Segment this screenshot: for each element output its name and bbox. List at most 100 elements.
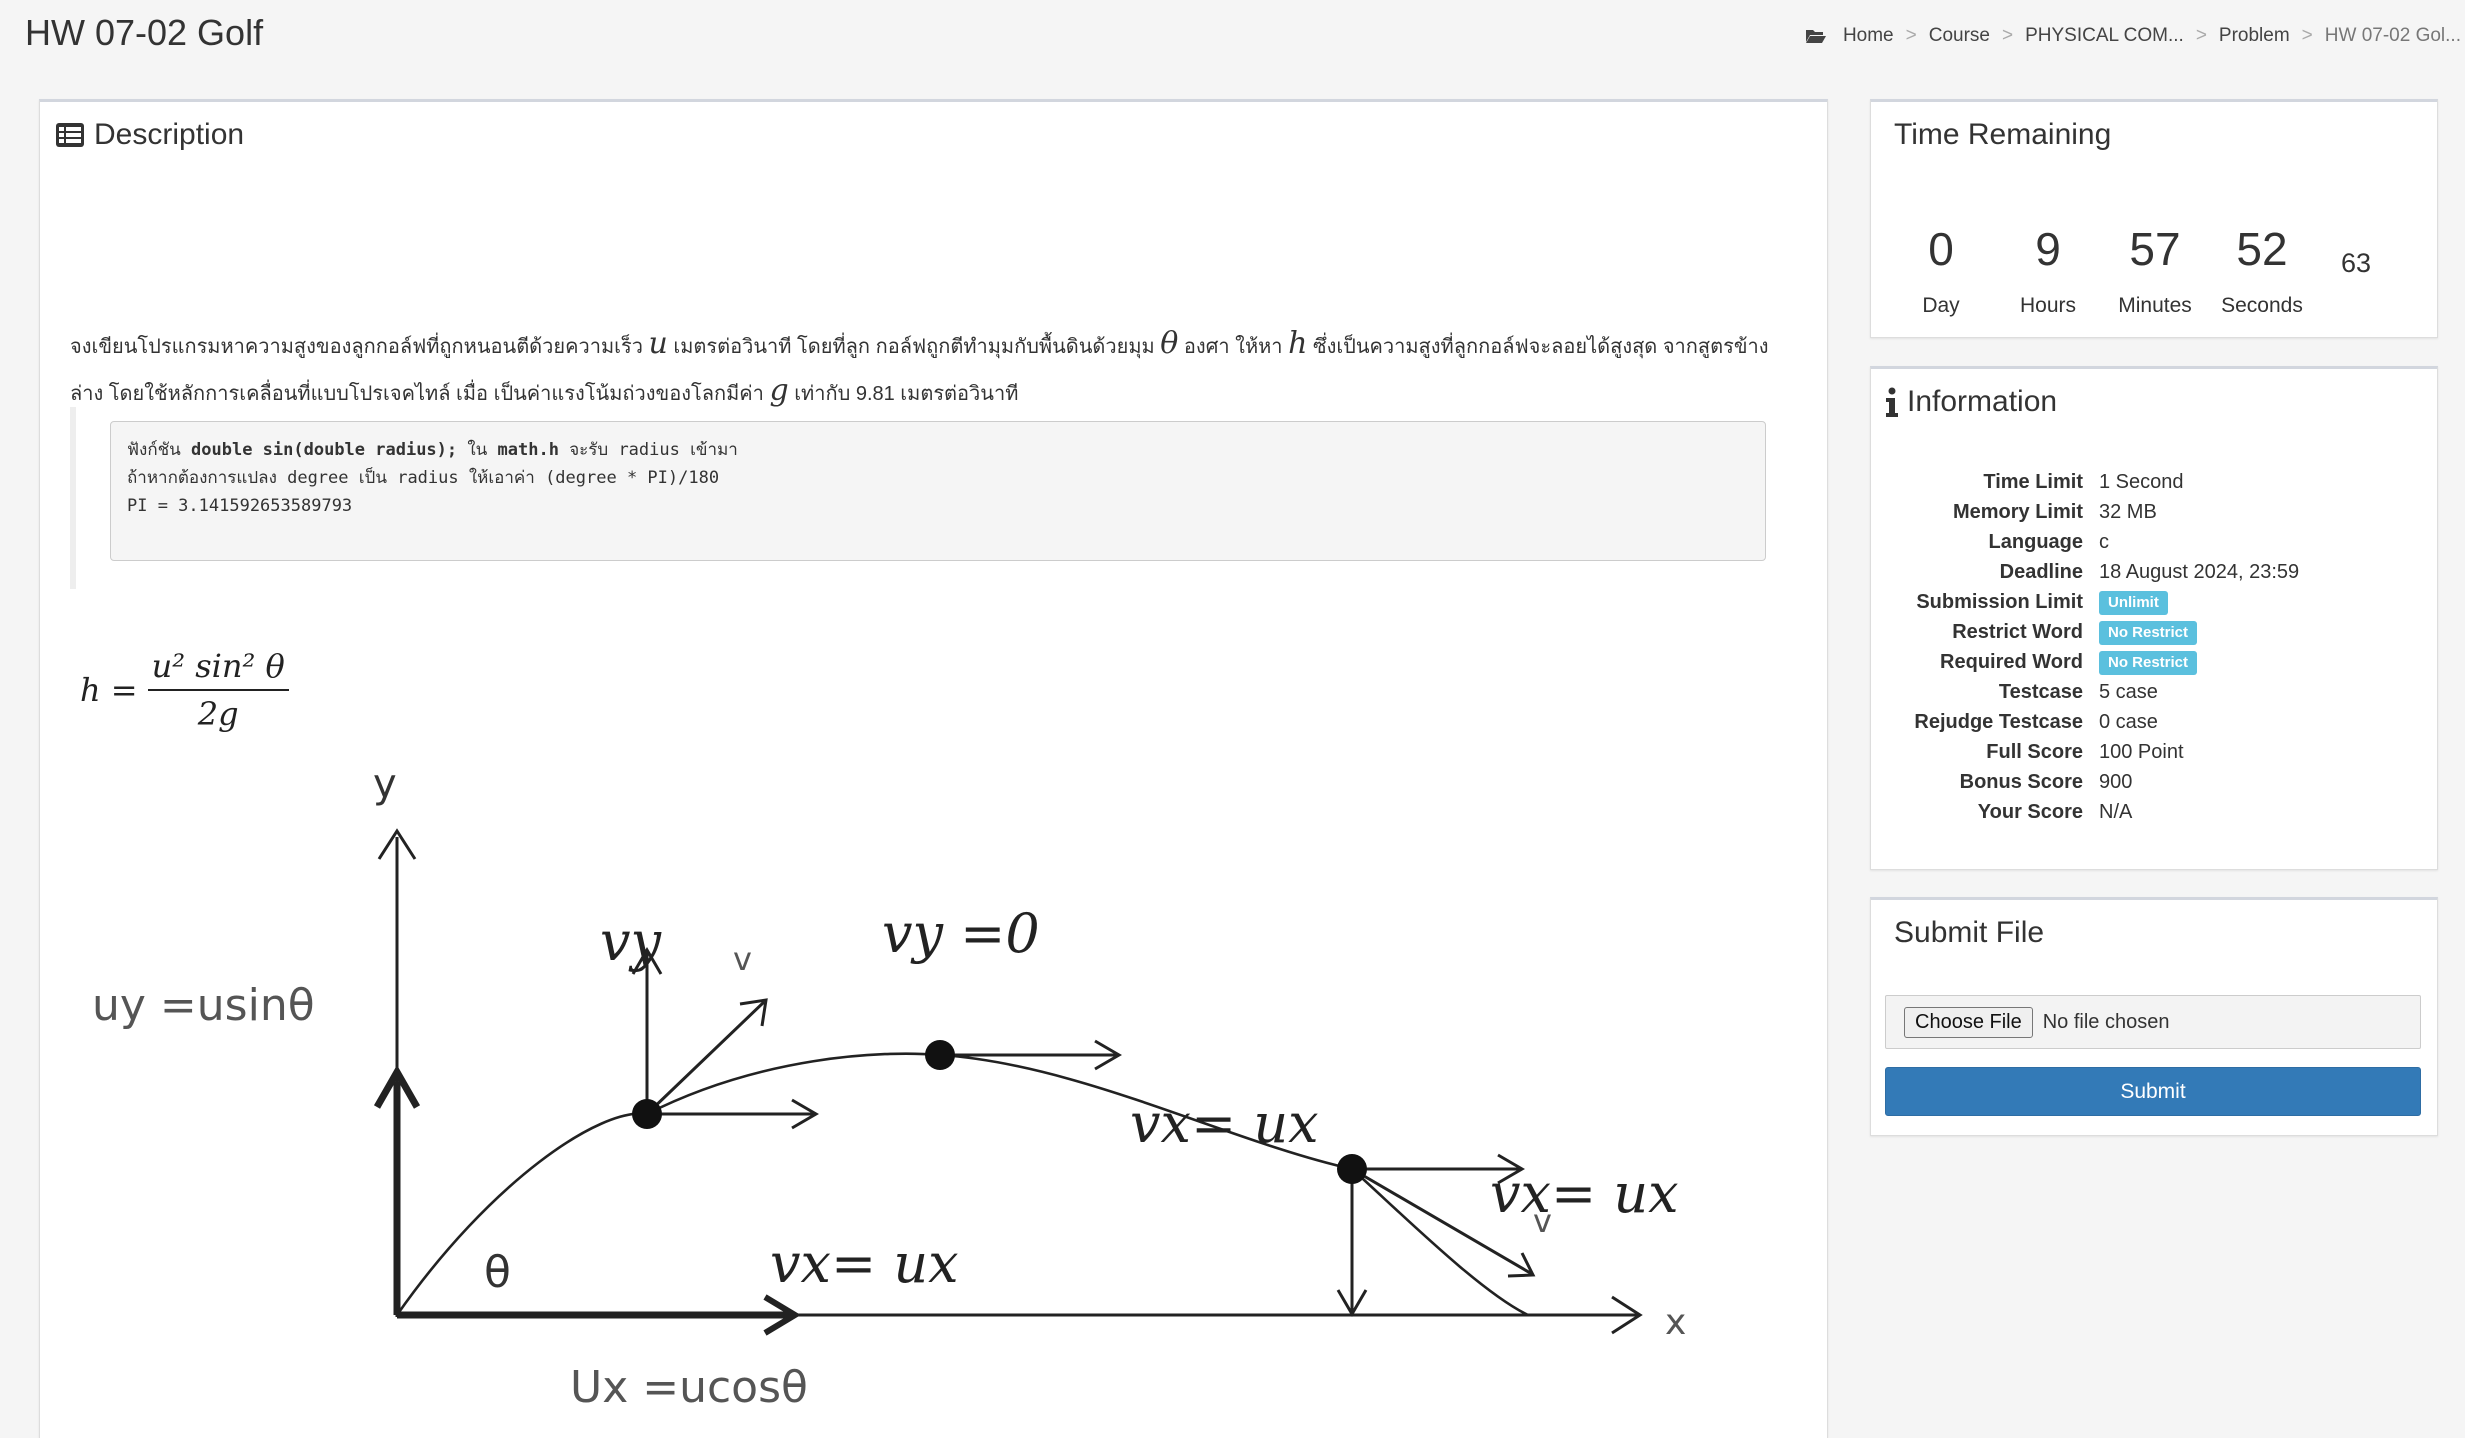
info-value: Unlimit [2099, 590, 2168, 615]
folder-open-icon [1805, 30, 1826, 43]
info-value-text: 5 case [2099, 680, 2158, 703]
breadcrumb-separator: > [2195, 25, 2207, 46]
breadcrumb-separator: > [1905, 25, 1917, 46]
trajectory-point [1337, 1154, 1367, 1184]
info-row: Submission Limit Unlimit [1871, 587, 2437, 617]
info-key: Language [1988, 530, 2083, 553]
info-key: Time Limit [1983, 470, 2083, 493]
information-list: Time Limit 1 Second Memory Limit 32 MB Langu… [1871, 467, 2437, 827]
info-key: Restrict Word [1952, 620, 2083, 643]
info-value: 32 MB [2099, 501, 2157, 524]
submit-button[interactable]: Submit [1885, 1067, 2421, 1116]
vx-label: vx= ux [1490, 1162, 1679, 1225]
info-value: c [2099, 531, 2109, 554]
info-key: Testcase [1998, 680, 2083, 703]
info-badge: No Restrict [2099, 620, 2198, 645]
info-key: Rejudge Testcase [1914, 710, 2083, 733]
minutes-value: 57 [2129, 223, 2181, 275]
file-status: No file chosen [2042, 1010, 2170, 1033]
info-row: Deadline 18 August 2024, 23:59 [1871, 557, 2437, 587]
info-badge: Unlimit [2099, 590, 2168, 615]
info-key: Submission Limit [1916, 590, 2083, 613]
file-input[interactable]: Choose File No file chosen [1885, 995, 2421, 1049]
theta-label: θ [484, 1247, 511, 1298]
time-remaining-title: Time Remaining [1894, 118, 2112, 151]
breadcrumb-separator: > [2301, 25, 2313, 46]
info-row: Memory Limit 32 MB [1871, 497, 2437, 527]
info-key: Your Score [1977, 800, 2083, 823]
timer-hours: 9 Hours [1998, 222, 2098, 318]
projectile-diagram: y x uy =usinθ Ux =ucosθ θ v v vy vy =0 v… [92, 761, 1686, 1438]
ux-label: Ux =ucosθ [570, 1362, 808, 1413]
uy-label: uy =usinθ [92, 980, 315, 1031]
info-value-text: 1 Second [2099, 470, 2184, 493]
info-row: Full Score 100 Point [1871, 737, 2437, 767]
breadcrumb-separator: > [2001, 25, 2014, 46]
breadcrumb-course-name[interactable]: PHYSICAL COM... [2025, 25, 2184, 47]
info-value-text: 0 case [2099, 710, 2158, 733]
info-badge: No Restrict [2099, 650, 2198, 675]
info-value: 18 August 2024, 23:59 [2099, 561, 2299, 584]
info-value: No Restrict [2099, 620, 2198, 645]
information-title: Information [1907, 385, 2058, 418]
trajectory-point [925, 1040, 955, 1070]
info-key: Deadline [1999, 560, 2083, 583]
timer-minutes: 57 Minutes [2105, 222, 2205, 318]
info-key: Bonus Score [1959, 770, 2083, 793]
submit-file-panel: Submit File Choose File No file chosen S… [1870, 897, 2438, 1136]
timer-seconds: 52 Seconds [2212, 222, 2312, 318]
info-value: 100 Point [2099, 741, 2184, 764]
seconds-label: Seconds [2221, 294, 2303, 317]
page-title: HW 07-02 Golf [25, 12, 264, 53]
info-value-text: N/A [2099, 800, 2133, 823]
x-axis-label: x [1665, 1302, 1686, 1343]
time-remaining-panel: Time Remaining 0 Day 9 Hours 57 Minutes … [1870, 99, 2438, 338]
y-axis-label: y [373, 761, 397, 807]
vy-zero-label: vy =0 [882, 902, 1040, 965]
info-value: 5 case [2099, 681, 2158, 704]
hours-label: Hours [2019, 294, 2077, 317]
description-panel: Description จงเขียนโปรแกรมหาความสูงของลู… [39, 99, 1828, 1438]
info-row: Rejudge Testcase 0 case [1871, 707, 2437, 737]
info-row: Your Score N/A [1871, 797, 2437, 827]
minutes-label: Minutes [2118, 294, 2192, 317]
timer-extra: 63 [2341, 248, 2372, 278]
info-row: Time Limit 1 Second [1871, 467, 2437, 497]
choose-file-button[interactable]: Choose File [1904, 1006, 2033, 1038]
breadcrumb: Home > Course > PHYSICAL COM... > Proble… [1805, 25, 2461, 47]
info-row: Bonus Score 900 [1871, 767, 2437, 797]
info-value-text: 100 Point [2099, 740, 2184, 763]
breadcrumb-course[interactable]: Course [1929, 25, 1990, 47]
info-icon [1886, 387, 1898, 417]
info-key: Required Word [1940, 650, 2083, 673]
info-row: Required Word No Restrict [1871, 647, 2437, 677]
submit-file-title: Submit File [1894, 916, 2045, 949]
information-panel: Information Time Limit 1 Second Memory Lim… [1870, 366, 2438, 870]
days-value: 0 [1928, 223, 1954, 275]
info-value-text: 32 MB [2099, 500, 2157, 523]
info-value: 1 Second [2099, 471, 2184, 494]
info-value-text: 18 August 2024, 23:59 [2099, 560, 2300, 583]
breadcrumb-current: HW 07-02 Gol... [2324, 25, 2461, 46]
info-value-text: c [2099, 530, 2109, 553]
info-value: No Restrict [2099, 650, 2198, 675]
info-value: N/A [2099, 801, 2132, 824]
seconds-value: 52 [2236, 223, 2288, 275]
breadcrumb-problem[interactable]: Problem [2219, 25, 2290, 47]
info-row: Testcase 5 case [1871, 677, 2437, 707]
info-value: 900 [2099, 771, 2132, 794]
v-label: v [733, 940, 752, 978]
info-row: Language c [1871, 527, 2437, 557]
info-value: 0 case [2099, 711, 2158, 734]
vx-label: vx= ux [1130, 1092, 1319, 1155]
vy-label: vy [1300, 1422, 1363, 1438]
breadcrumb-home[interactable]: Home [1843, 25, 1894, 47]
info-key: Memory Limit [1952, 500, 2083, 523]
days-label: Day [1922, 294, 1960, 317]
vy-label: vy [600, 910, 663, 973]
info-key: Full Score [1986, 740, 2083, 763]
timer-days: 0 Day [1891, 222, 1991, 318]
trajectory-point [632, 1099, 662, 1129]
hours-value: 9 [2035, 223, 2061, 275]
info-value-text: 900 [2099, 770, 2133, 793]
